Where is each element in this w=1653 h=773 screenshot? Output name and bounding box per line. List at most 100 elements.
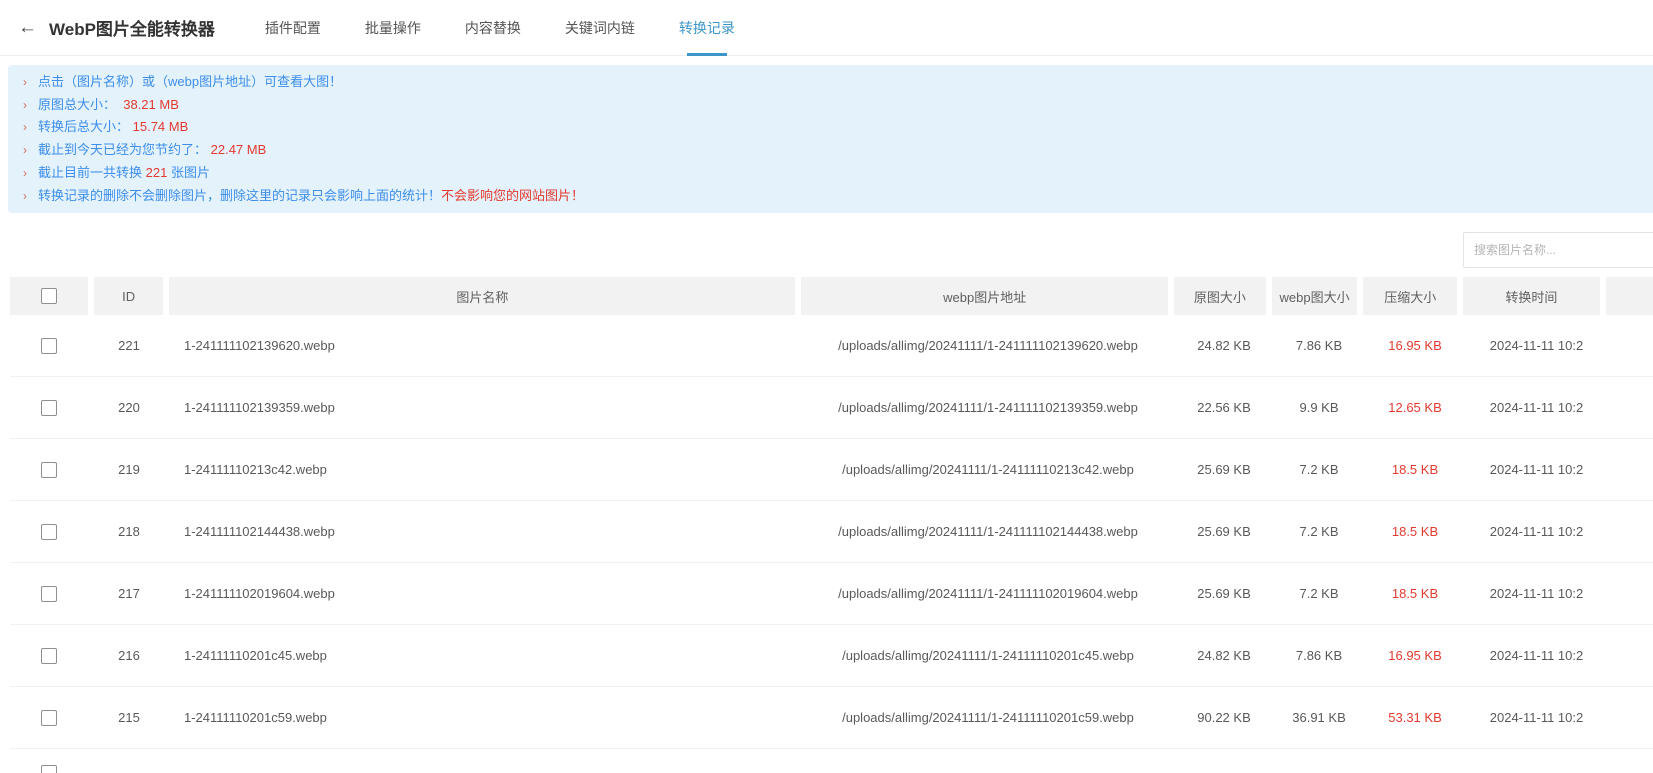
- notice-line: ›截止到今天已经为您节约了： 22.47 MB: [8, 139, 1653, 162]
- cell-webp: 9.9 KB: [1276, 377, 1362, 438]
- notice-highlight: 15.74 MB: [133, 119, 189, 134]
- cell-time: 2024-11-11 10:2: [1468, 315, 1605, 376]
- bullet-icon: ›: [23, 189, 27, 203]
- tab-5[interactable]: 转换记录: [657, 0, 757, 56]
- tab-2[interactable]: 批量操作: [343, 0, 443, 56]
- cell-name[interactable]: 1-241111102139620.webp: [170, 315, 798, 376]
- cell-name[interactable]: 1-241111102144438.webp: [170, 501, 798, 562]
- row-checkbox[interactable]: [41, 462, 57, 478]
- row-checkbox[interactable]: [41, 586, 57, 602]
- row-checkbox[interactable]: [41, 710, 57, 726]
- row-checkbox[interactable]: [41, 648, 57, 664]
- notice-line: ›原图总大小： 38.21 MB: [8, 94, 1653, 117]
- bullet-icon: ›: [23, 98, 27, 112]
- cell-id: 215: [94, 687, 164, 748]
- table-row-partial: [10, 749, 1653, 773]
- cell-checkbox: [10, 439, 88, 500]
- notice-text: 转换后总大小：: [38, 119, 133, 134]
- notice-text: 点击（图片名称）或（webp图片地址）可查看大图！: [38, 74, 342, 89]
- cell-name[interactable]: 1-241111102019604.webp: [170, 563, 798, 624]
- cell-saved: 12.65 KB: [1368, 377, 1462, 438]
- search-band: [0, 213, 1653, 277]
- notice-line: ›转换记录的删除不会删除图片，删除这里的记录只会影响上面的统计！不会影响您的网站…: [8, 185, 1653, 208]
- cell-path[interactable]: /uploads/allimg/20241111/1-24111110201c5…: [804, 687, 1172, 748]
- cell-checkbox: [10, 563, 88, 624]
- column-header-orig: 原图大小: [1174, 277, 1266, 315]
- cell-webp: 7.2 KB: [1276, 439, 1362, 500]
- notice-line: ›截止目前一共转换 221 张图片: [8, 162, 1653, 185]
- table-row: 2161-24111110201c45.webp/uploads/allimg/…: [10, 625, 1653, 687]
- cell-path[interactable]: /uploads/allimg/20241111/1-2411111021444…: [804, 501, 1172, 562]
- cell-id: 218: [94, 501, 164, 562]
- cell-webp: 7.2 KB: [1276, 563, 1362, 624]
- tab-label: 转换记录: [679, 18, 735, 38]
- cell-time: 2024-11-11 10:2: [1468, 625, 1605, 686]
- conversion-table: ID图片名称webp图片地址原图大小webp图大小压缩大小转换时间 2211-2…: [10, 277, 1653, 773]
- cell-webp: 7.86 KB: [1276, 315, 1362, 376]
- cell-saved: 18.5 KB: [1368, 563, 1462, 624]
- bullet-icon: ›: [23, 166, 27, 180]
- cell-path[interactable]: /uploads/allimg/20241111/1-24111110201c4…: [804, 625, 1172, 686]
- cell-webp: 7.2 KB: [1276, 501, 1362, 562]
- cell-orig: 24.82 KB: [1178, 625, 1270, 686]
- cell-orig: 22.56 KB: [1178, 377, 1270, 438]
- row-checkbox[interactable]: [41, 765, 57, 773]
- row-checkbox[interactable]: [41, 338, 57, 354]
- column-header-webp: webp图大小: [1272, 277, 1358, 315]
- top-header: ← WebP图片全能转换器 插件配置批量操作内容替换关键词内链转换记录: [0, 0, 1653, 56]
- cell-path[interactable]: /uploads/allimg/20241111/1-2411111021393…: [804, 377, 1172, 438]
- table-row: 2171-241111102019604.webp/uploads/allimg…: [10, 563, 1653, 625]
- table-row: 2211-241111102139620.webp/uploads/allimg…: [10, 315, 1653, 377]
- notice-highlight: 38.21 MB: [123, 97, 179, 112]
- row-checkbox[interactable]: [41, 524, 57, 540]
- cell-checkbox: [10, 501, 88, 562]
- cell-saved: 16.95 KB: [1368, 625, 1462, 686]
- notice-box: ›点击（图片名称）或（webp图片地址）可查看大图！›原图总大小： 38.21 …: [8, 65, 1653, 213]
- cell-saved: 53.31 KB: [1368, 687, 1462, 748]
- notice-highlight: 22.47 MB: [211, 142, 267, 157]
- tab-3[interactable]: 内容替换: [443, 0, 543, 56]
- cell-name[interactable]: 1-24111110201c59.webp: [170, 687, 798, 748]
- row-checkbox[interactable]: [41, 400, 57, 416]
- cell-webp: 7.86 KB: [1276, 625, 1362, 686]
- cell-id: 221: [94, 315, 164, 376]
- table-body: 2211-241111102139620.webp/uploads/allimg…: [10, 315, 1653, 773]
- cell-checkbox: [10, 315, 88, 376]
- notice-text: 张图片: [167, 165, 210, 180]
- cell-id: 219: [94, 439, 164, 500]
- cell-path[interactable]: /uploads/allimg/20241111/1-2411111021396…: [804, 315, 1172, 376]
- back-arrow-icon[interactable]: ←: [18, 18, 37, 37]
- cell-orig: 90.22 KB: [1178, 687, 1270, 748]
- cell-saved: 18.5 KB: [1368, 439, 1462, 500]
- cell-time: 2024-11-11 10:2: [1468, 687, 1605, 748]
- cell-name[interactable]: 1-24111110213c42.webp: [170, 439, 798, 500]
- tab-label: 插件配置: [265, 18, 321, 38]
- tab-bar: 插件配置 批量操作 内容替换 关键词内链 转换记录: [243, 0, 757, 56]
- notice-line: ›点击（图片名称）或（webp图片地址）可查看大图！: [8, 71, 1653, 94]
- tab-1[interactable]: 插件配置: [243, 0, 343, 56]
- cell-time: 2024-11-11 10:2: [1468, 563, 1605, 624]
- cell-id: 220: [94, 377, 164, 438]
- cell-path[interactable]: /uploads/allimg/20241111/1-24111110213c4…: [804, 439, 1172, 500]
- notice-text: 截止目前一共转换: [38, 165, 146, 180]
- table-row: 2201-241111102139359.webp/uploads/allimg…: [10, 377, 1653, 439]
- cell-orig: 25.69 KB: [1178, 439, 1270, 500]
- cell-path[interactable]: /uploads/allimg/20241111/1-2411111020196…: [804, 563, 1172, 624]
- tab-4[interactable]: 关键词内链: [543, 0, 657, 56]
- cell-time: 2024-11-11 10:2: [1468, 501, 1605, 562]
- select-all-checkbox[interactable]: [41, 288, 57, 304]
- tab-label: 内容替换: [465, 18, 521, 38]
- notice-highlight: 不会影响您的网站图片！: [441, 188, 584, 203]
- cell-time: 2024-11-11 10:2: [1468, 377, 1605, 438]
- notice-line: ›转换后总大小： 15.74 MB: [8, 116, 1653, 139]
- cell-name[interactable]: 1-24111110201c45.webp: [170, 625, 798, 686]
- cell-orig: 25.69 KB: [1178, 501, 1270, 562]
- cell-name[interactable]: 1-241111102139359.webp: [170, 377, 798, 438]
- column-header-checkbox: [10, 277, 88, 315]
- table-row: 2151-24111110201c59.webp/uploads/allimg/…: [10, 687, 1653, 749]
- column-header-saved: 压缩大小: [1363, 277, 1457, 315]
- search-input[interactable]: [1463, 232, 1653, 268]
- page: ← WebP图片全能转换器 插件配置批量操作内容替换关键词内链转换记录 ›点击（…: [0, 0, 1653, 773]
- cell-saved: 16.95 KB: [1368, 315, 1462, 376]
- active-tab-underline: [687, 53, 727, 56]
